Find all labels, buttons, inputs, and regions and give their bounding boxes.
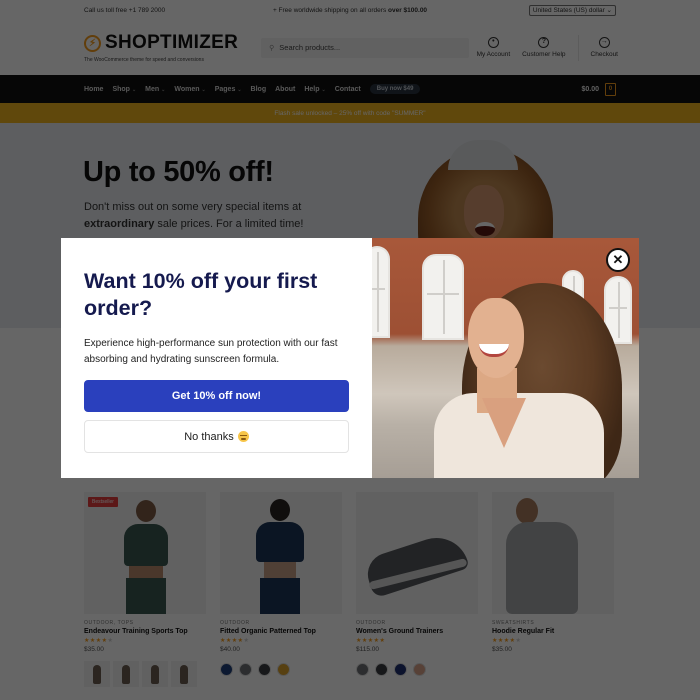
- popup-title: Want 10% off your first order?: [84, 269, 318, 320]
- get-discount-button[interactable]: Get 10% off now!: [84, 380, 349, 412]
- no-thanks-button[interactable]: No thanks: [84, 420, 349, 453]
- close-icon[interactable]: ✕: [606, 248, 630, 272]
- discount-popup: Want 10% off your first order? Experienc…: [61, 238, 639, 478]
- popup-image: ✕: [372, 238, 639, 478]
- popup-content: Want 10% off your first order? Experienc…: [61, 238, 372, 478]
- popup-description: Experience high-performance sun protecti…: [84, 338, 338, 365]
- pensive-face-icon: [237, 431, 249, 442]
